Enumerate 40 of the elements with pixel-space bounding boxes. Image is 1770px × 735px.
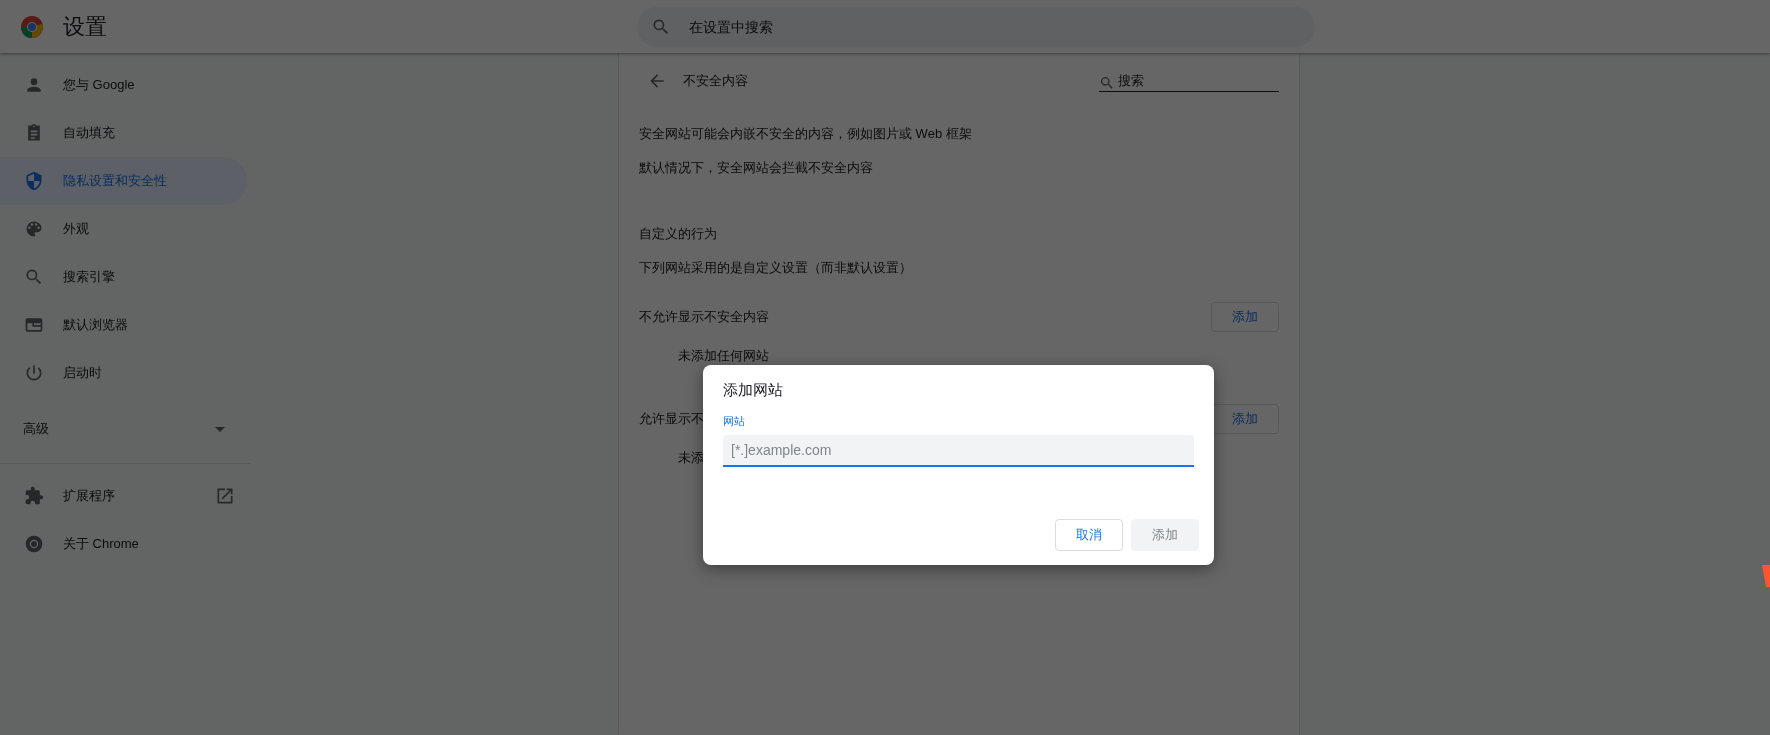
sidebar-item[interactable]: 外观 bbox=[0, 205, 247, 253]
palette-icon bbox=[24, 219, 44, 239]
sidebar-item[interactable]: 搜索引擎 bbox=[0, 253, 247, 301]
sidebar-item[interactable]: 自动填充 bbox=[0, 109, 247, 157]
section-subheading: 下列网站采用的是自定义设置（而非默认设置） bbox=[639, 259, 913, 277]
sidebar-item[interactable]: 隐私设置和安全性 bbox=[0, 157, 247, 205]
browser-window-icon bbox=[24, 315, 44, 335]
website-input-field[interactable]: [*.]example.com bbox=[723, 435, 1194, 467]
power-icon bbox=[24, 363, 44, 383]
external-link-icon[interactable] bbox=[215, 486, 235, 506]
page-title: 不安全内容 bbox=[683, 72, 749, 90]
browser-logo-icon bbox=[24, 534, 44, 554]
empty-list-text: 未添 bbox=[678, 449, 704, 467]
sidebar-item[interactable]: 默认浏览器 bbox=[0, 301, 247, 349]
settings-search-field[interactable]: 在设置中搜索 bbox=[637, 6, 1315, 47]
advanced-toggle[interactable]: 高级 bbox=[0, 405, 247, 453]
add-button[interactable]: 添加 bbox=[1211, 302, 1279, 332]
person-icon bbox=[24, 75, 44, 95]
shield-icon bbox=[24, 171, 44, 191]
dialog-title: 添加网站 bbox=[723, 381, 784, 400]
puzzle-icon bbox=[24, 486, 44, 506]
search-icon bbox=[1099, 74, 1115, 91]
sidebar-item[interactable]: 关于 Chrome bbox=[0, 520, 247, 568]
description-text: 安全网站可能会内嵌不安全的内容，例如图片或 Web 框架 bbox=[639, 125, 973, 143]
sidebar-item[interactable]: 扩展程序 bbox=[0, 472, 247, 520]
section-label: 不允许显示不安全内容 bbox=[639, 308, 769, 326]
section-label: 允许显示不 bbox=[639, 410, 704, 428]
page-search-field[interactable]: 搜索 bbox=[1099, 70, 1279, 92]
empty-list-text: 未添加任何网站 bbox=[678, 347, 769, 365]
sidebar-item[interactable]: 您与 Google bbox=[0, 61, 247, 109]
section-heading: 自定义的行为 bbox=[639, 225, 718, 243]
sidebar-item[interactable]: 启动时 bbox=[0, 349, 247, 397]
description-text: 默认情况下，安全网站会拦截不安全内容 bbox=[639, 159, 874, 177]
app-title: 设置 bbox=[63, 12, 107, 41]
browser-logo-icon bbox=[20, 14, 44, 39]
search-icon bbox=[24, 267, 44, 287]
field-label: 网站 bbox=[723, 414, 746, 429]
add-button[interactable]: 添加 bbox=[1211, 404, 1279, 434]
floating-tab-icon[interactable] bbox=[1760, 565, 1770, 587]
cancel-button[interactable]: 取消 bbox=[1055, 519, 1123, 551]
